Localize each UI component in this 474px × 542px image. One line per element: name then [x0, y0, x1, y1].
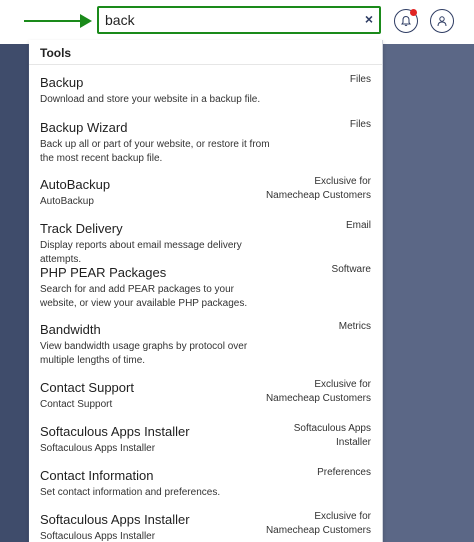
search-box[interactable]: × [97, 6, 381, 34]
result-description: Set contact information and preferences. [40, 487, 221, 498]
background-panel [382, 44, 474, 542]
result-category: Metrics [338, 321, 371, 332]
green-arrow-icon [24, 14, 92, 28]
result-description: Download and store your website in a bac… [40, 94, 261, 105]
result-description: Back up all or part of your website, or … [40, 139, 270, 164]
clear-search-button[interactable]: × [365, 11, 373, 27]
section-title: Tools [40, 46, 72, 60]
result-category: Softaculous Apps Installer [293, 423, 371, 448]
result-title: Softaculous Apps Installer [40, 512, 190, 527]
result-title: Backup [40, 75, 84, 90]
result-title: Contact Support [40, 380, 134, 395]
result-category: Exclusive for Namecheap Customers [265, 379, 371, 404]
user-icon [437, 16, 447, 27]
bell-icon [401, 15, 411, 27]
result-category: Email [345, 220, 371, 231]
result-title: PHP PEAR Packages [40, 265, 167, 280]
result-category: Exclusive for Namecheap Customers [265, 176, 371, 201]
result-category: Preferences [317, 467, 371, 478]
result-title: Track Delivery [40, 221, 123, 236]
result-category: Exclusive for Namecheap Customers [265, 511, 371, 536]
result-title: Contact Information [40, 468, 154, 483]
result-description: AutoBackup [40, 196, 94, 207]
result-description: Softaculous Apps Installer [40, 531, 156, 542]
notification-dot [410, 9, 417, 16]
result-description: Softaculous Apps Installer [40, 443, 156, 454]
result-title: Backup Wizard [40, 120, 128, 135]
result-description: Display reports about email message deli… [40, 240, 242, 265]
sidebar-background [0, 44, 28, 542]
result-title: Bandwidth [40, 322, 101, 337]
result-description: Search for and add PEAR packages to your… [40, 284, 248, 309]
result-description: Contact Support [40, 399, 113, 410]
account-button[interactable] [430, 9, 454, 33]
result-description: View bandwidth usage graphs by protocol … [40, 341, 248, 366]
result-category: Software [331, 264, 371, 275]
divider [29, 64, 382, 65]
result-category: Files [349, 74, 371, 85]
result-title: AutoBackup [40, 177, 111, 192]
search-input[interactable] [105, 10, 345, 30]
notifications-button[interactable] [394, 9, 418, 33]
search-results-dropdown: Tools Backup Download and store your web… [29, 40, 383, 542]
result-title: Softaculous Apps Installer [40, 424, 190, 439]
result-category: Files [349, 119, 371, 130]
